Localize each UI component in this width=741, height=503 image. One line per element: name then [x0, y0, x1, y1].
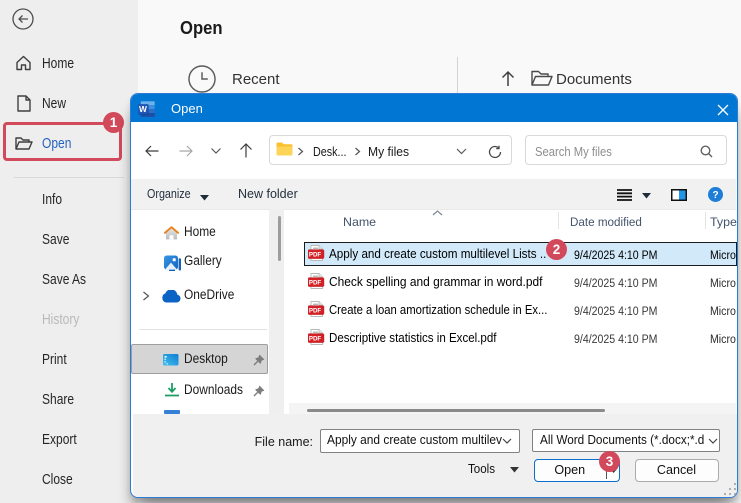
svg-text:PDF: PDF	[309, 252, 322, 259]
svg-text:PDF: PDF	[309, 336, 322, 343]
svg-text:PDF: PDF	[309, 308, 322, 315]
svg-text:?: ?	[712, 190, 718, 201]
svg-text:PDF: PDF	[309, 280, 322, 287]
svg-text:W: W	[139, 104, 147, 114]
